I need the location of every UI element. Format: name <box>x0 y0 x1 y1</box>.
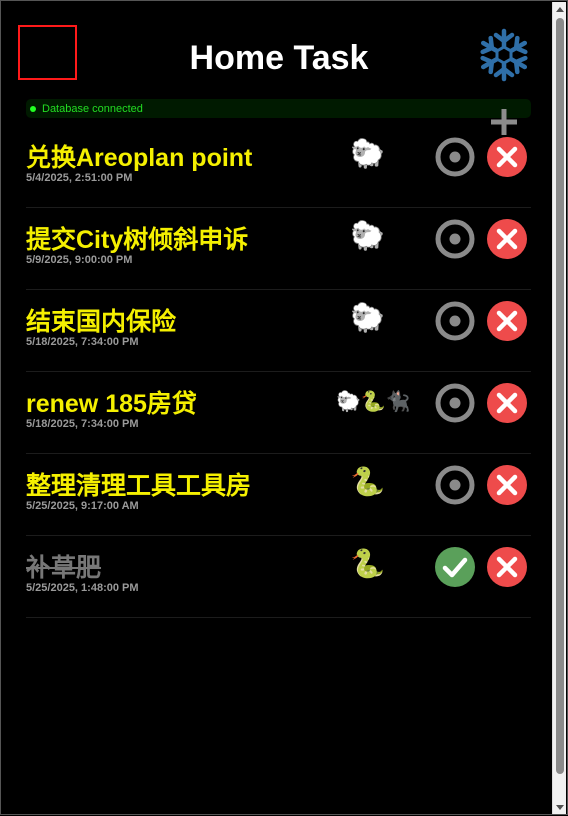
task-date: 5/9/2025, 9:00:00 PM <box>26 254 133 266</box>
check-icon[interactable] <box>435 547 475 587</box>
task-title: 兑换Areoplan point <box>26 144 253 172</box>
close-icon[interactable] <box>487 137 527 177</box>
snowflake-icon[interactable] <box>476 27 532 83</box>
browser-frame: Home Task Database connected 兑换Areoplan … <box>0 0 568 815</box>
status-bar: Database connected <box>26 99 531 118</box>
assignee-avatars: 🐑 <box>350 302 385 333</box>
close-icon[interactable] <box>487 547 527 587</box>
target-icon[interactable] <box>435 137 475 177</box>
page-title: Home Task <box>189 39 369 77</box>
assignee-avatars: 🐑🐍🐈‍⬛ <box>336 391 411 413</box>
task-date: 5/25/2025, 9:17:00 AM <box>26 500 139 512</box>
assignee-avatars: 🐑 <box>350 220 385 251</box>
task-row[interactable]: renew 185房贷 5/18/2025, 7:34:00 PM 🐑🐍🐈‍⬛ <box>26 372 531 454</box>
task-row[interactable]: 结束国内保险 5/18/2025, 7:34:00 PM 🐑 <box>26 290 531 372</box>
task-title: 整理清理工具工具房 <box>26 472 252 500</box>
assignee-avatars: 🐍 <box>350 548 385 579</box>
scroll-thumb[interactable] <box>556 18 564 774</box>
task-date: 5/18/2025, 7:34:00 PM <box>26 336 139 348</box>
task-row[interactable]: 补草肥 5/25/2025, 1:48:00 PM 🐍 <box>26 536 531 618</box>
assignee-avatars: 🐍 <box>350 466 385 497</box>
target-icon[interactable] <box>435 219 475 259</box>
task-row[interactable]: 整理清理工具工具房 5/25/2025, 9:17:00 AM 🐍 <box>26 454 531 536</box>
scrollbar[interactable] <box>552 2 566 814</box>
task-row[interactable]: 兑换Areoplan point 5/4/2025, 2:51:00 PM 🐑 <box>26 126 531 208</box>
task-title: 补草肥 <box>26 554 102 582</box>
target-icon[interactable] <box>435 383 475 423</box>
task-date: 5/18/2025, 7:34:00 PM <box>26 418 139 430</box>
scroll-down-arrow[interactable] <box>553 800 567 814</box>
task-date: 5/25/2025, 1:48:00 PM <box>26 582 139 594</box>
target-icon[interactable] <box>435 301 475 341</box>
close-icon[interactable] <box>487 219 527 259</box>
task-title: renew 185房贷 <box>26 390 197 418</box>
status-dot <box>30 105 36 112</box>
task-date: 5/4/2025, 2:51:00 PM <box>26 172 133 184</box>
app-container: Home Task Database connected 兑换Areoplan … <box>1 1 554 816</box>
task-row[interactable]: 提交City树倾斜申诉 5/9/2025, 9:00:00 PM 🐑 <box>26 208 531 290</box>
task-title: 提交City树倾斜申诉 <box>26 226 249 254</box>
close-icon[interactable] <box>487 465 527 505</box>
target-icon[interactable] <box>435 465 475 505</box>
status-text: Database connected <box>42 102 143 115</box>
assignee-avatars: 🐑 <box>350 138 385 169</box>
scroll-up-arrow[interactable] <box>553 2 567 16</box>
close-icon[interactable] <box>487 301 527 341</box>
task-title: 结束国内保险 <box>26 308 177 336</box>
close-icon[interactable] <box>487 383 527 423</box>
